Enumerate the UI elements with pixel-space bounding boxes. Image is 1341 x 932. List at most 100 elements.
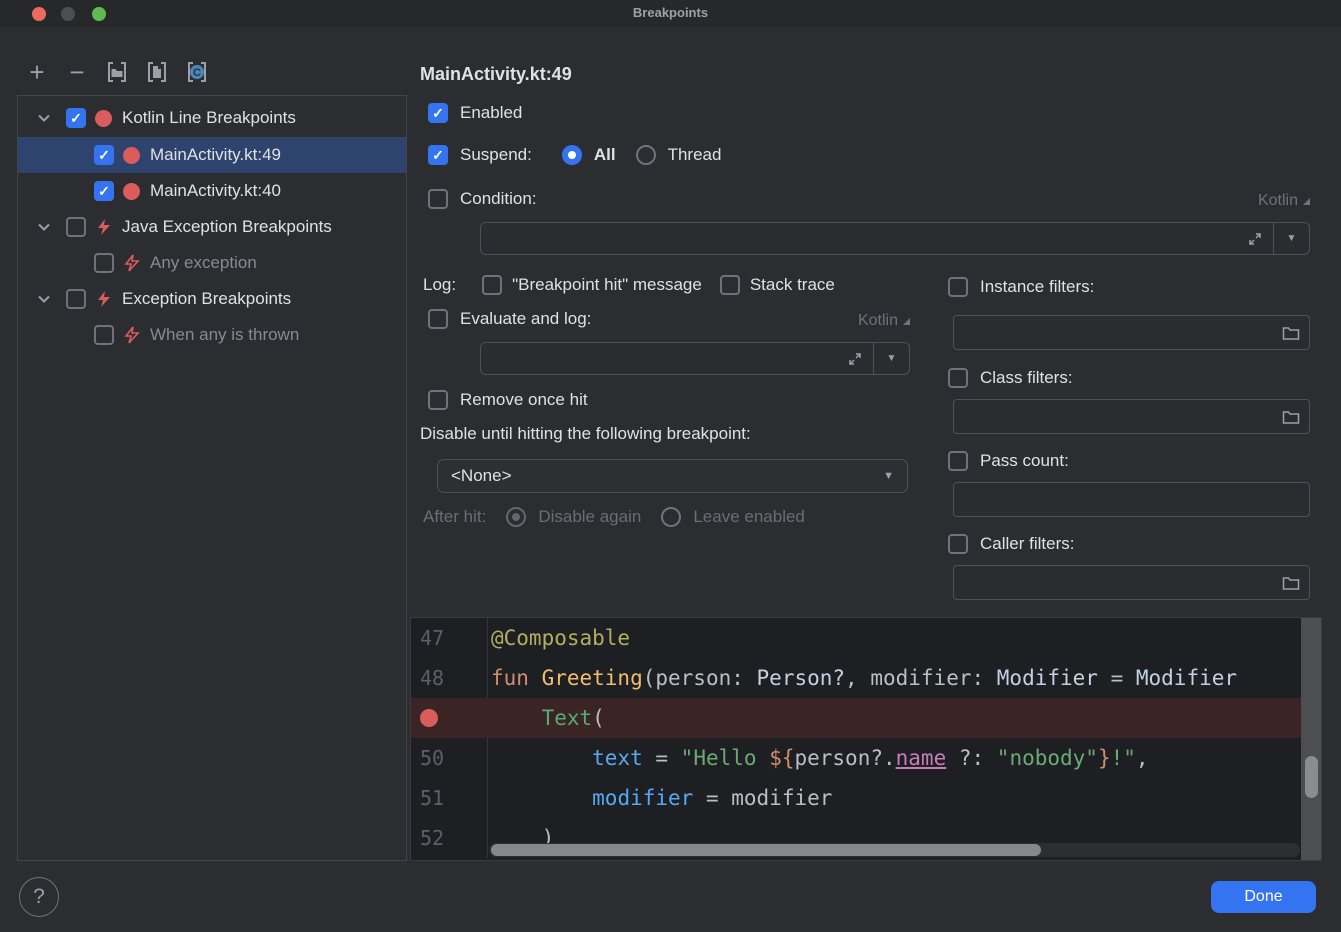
tree-item-label: Kotlin Line Breakpoints xyxy=(122,108,296,128)
java-exception-breakpoints-checkbox[interactable] xyxy=(66,217,86,237)
breakpoints-tree: ✓ Kotlin Line Breakpoints ✓ MainActivity… xyxy=(17,95,407,861)
breakpoint-dot-icon xyxy=(123,183,140,200)
condition-checkbox[interactable] xyxy=(428,189,448,209)
tree-item-when-any-is-thrown[interactable]: When any is thrown xyxy=(18,317,406,353)
kotlin-line-breakpoints-checkbox[interactable]: ✓ xyxy=(66,108,86,128)
caller-filters-checkbox[interactable] xyxy=(948,534,968,554)
after-hit-disable-label: Disable again xyxy=(538,507,641,527)
dropdown-arrow-icon: ▼ xyxy=(887,353,897,364)
exception-bolt-outline-icon xyxy=(123,326,141,344)
disable-until-label: Disable until hitting the following brea… xyxy=(420,424,751,444)
instance-filters-label: Instance filters: xyxy=(980,277,1094,297)
tree-item-exception-breakpoints[interactable]: Exception Breakpoints xyxy=(18,281,406,317)
help-icon: ? xyxy=(33,885,45,909)
any-exception-checkbox[interactable] xyxy=(94,253,114,273)
expand-icon[interactable] xyxy=(847,351,863,367)
mainactivity-49-checkbox[interactable]: ✓ xyxy=(94,145,114,165)
tree-item-label: Any exception xyxy=(150,253,257,273)
folder-icon[interactable] xyxy=(1282,325,1300,341)
pass-count-checkbox[interactable] xyxy=(948,451,968,471)
exception-bolt-icon xyxy=(95,290,113,308)
line-number: 52 xyxy=(420,826,444,850)
enabled-label: Enabled xyxy=(460,103,522,123)
check-icon: ✓ xyxy=(94,181,114,201)
suspend-thread-radio[interactable] xyxy=(636,145,656,165)
exception-bolt-outline-icon xyxy=(123,254,141,272)
breakpoint-dot-icon xyxy=(123,147,140,164)
done-button[interactable]: Done xyxy=(1211,881,1316,913)
evaluate-and-log-label: Evaluate and log: xyxy=(460,309,591,329)
language-dropdown-triangle-icon xyxy=(1303,198,1310,205)
after-hit-leave-label: Leave enabled xyxy=(693,507,805,527)
pass-count-input[interactable] xyxy=(953,482,1310,517)
disable-until-combobox[interactable]: <None> ▼ xyxy=(437,459,908,493)
when-any-thrown-checkbox[interactable] xyxy=(94,325,114,345)
condition-history-dropdown[interactable]: ▼ xyxy=(1273,223,1309,254)
exception-breakpoints-checkbox[interactable] xyxy=(66,289,86,309)
group-by-file-icon[interactable] xyxy=(145,58,169,86)
evaluate-and-log-checkbox[interactable] xyxy=(428,309,448,329)
help-button[interactable]: ? xyxy=(19,877,59,917)
add-breakpoint-button[interactable]: + xyxy=(25,58,49,86)
exception-bolt-icon xyxy=(95,218,113,236)
chevron-down-icon[interactable] xyxy=(37,111,51,125)
caller-filters-input[interactable] xyxy=(953,565,1310,600)
after-hit-leave-radio xyxy=(661,507,681,527)
code-preview: 47 @Composable 48 fun Greeting(person: P… xyxy=(410,617,1322,861)
folder-icon[interactable] xyxy=(1282,575,1300,591)
stack-trace-checkbox[interactable] xyxy=(720,275,740,295)
dropdown-arrow-icon: ▼ xyxy=(883,470,894,482)
group-by-class-icon[interactable]: C xyxy=(185,58,209,86)
language-dropdown-triangle-icon xyxy=(903,318,910,325)
class-filters-row: Class filters: xyxy=(948,368,1073,388)
suspend-all-label: All xyxy=(594,145,616,165)
vertical-scrollbar[interactable] xyxy=(1301,618,1322,861)
tree-item-java-exception-breakpoints[interactable]: Java Exception Breakpoints xyxy=(18,209,406,245)
condition-row: Condition: xyxy=(428,189,537,209)
condition-input[interactable]: ▼ xyxy=(480,222,1310,255)
expand-icon[interactable] xyxy=(1247,231,1263,247)
title-bar: Breakpoints xyxy=(0,0,1341,27)
remove-once-hit-checkbox[interactable] xyxy=(428,390,448,410)
pass-count-label: Pass count: xyxy=(980,451,1069,471)
class-filters-input[interactable] xyxy=(953,399,1310,434)
group-by-package-icon[interactable] xyxy=(105,58,129,86)
breakpoint-dot-icon[interactable] xyxy=(420,709,438,727)
chevron-down-icon[interactable] xyxy=(37,220,51,234)
after-hit-label: After hit: xyxy=(423,507,486,527)
tree-item-mainactivity-40[interactable]: ✓ MainActivity.kt:40 xyxy=(18,173,406,209)
evaluate-input[interactable]: ▼ xyxy=(480,342,910,375)
class-filters-checkbox[interactable] xyxy=(948,368,968,388)
suspend-all-radio[interactable] xyxy=(562,145,582,165)
tree-item-mainactivity-49[interactable]: ✓ MainActivity.kt:49 xyxy=(18,137,406,173)
horizontal-scrollbar-thumb[interactable] xyxy=(491,844,1041,856)
remove-breakpoint-button[interactable]: − xyxy=(65,58,89,86)
breakpoint-hit-message-checkbox[interactable] xyxy=(482,275,502,295)
instance-filters-input[interactable] xyxy=(953,315,1310,350)
mainactivity-40-checkbox[interactable]: ✓ xyxy=(94,181,114,201)
chevron-down-icon[interactable] xyxy=(37,292,51,306)
remove-once-hit-row: Remove once hit xyxy=(428,390,588,410)
tree-item-kotlin-line-breakpoints[interactable]: ✓ Kotlin Line Breakpoints xyxy=(18,100,406,136)
tree-item-label: MainActivity.kt:40 xyxy=(150,181,281,201)
instance-filters-row: Instance filters: xyxy=(948,277,1094,297)
caller-filters-label: Caller filters: xyxy=(980,534,1074,554)
suspend-thread-label: Thread xyxy=(668,145,722,165)
remove-once-hit-label: Remove once hit xyxy=(460,390,588,410)
tree-item-any-exception[interactable]: Any exception xyxy=(18,245,406,281)
instance-filters-checkbox[interactable] xyxy=(948,277,968,297)
enabled-checkbox[interactable]: ✓ xyxy=(428,103,448,123)
code-line: 50 text = "Hello ${person?.name ?: "nobo… xyxy=(411,738,1321,778)
stack-trace-label: Stack trace xyxy=(750,275,835,295)
evaluate-language-selector[interactable]: Kotlin xyxy=(830,312,910,330)
condition-language-selector[interactable]: Kotlin xyxy=(1230,192,1310,210)
evaluate-history-dropdown[interactable]: ▼ xyxy=(873,343,909,374)
code-line: 51 modifier = modifier xyxy=(411,778,1321,818)
suspend-checkbox[interactable]: ✓ xyxy=(428,145,448,165)
log-label: Log: xyxy=(423,275,456,295)
disable-until-value: <None> xyxy=(451,466,512,486)
vertical-scrollbar-thumb[interactable] xyxy=(1305,756,1318,798)
after-hit-disable-radio xyxy=(506,507,526,527)
after-hit-row: After hit: Disable again Leave enabled xyxy=(423,507,805,527)
folder-icon[interactable] xyxy=(1282,409,1300,425)
